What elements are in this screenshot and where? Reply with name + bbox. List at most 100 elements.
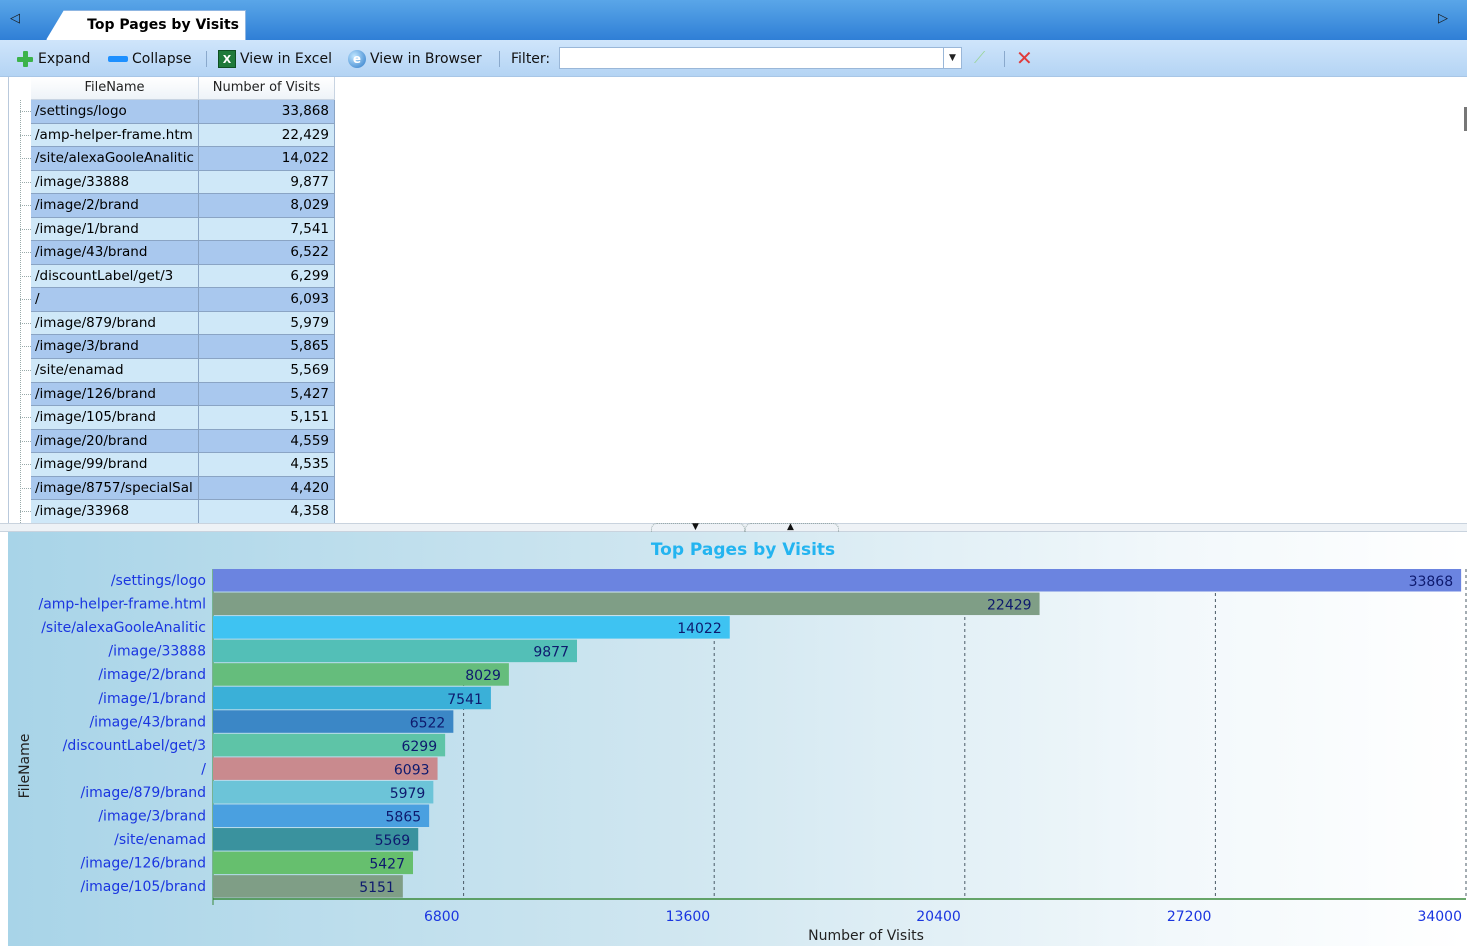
arrow-down-icon[interactable]: ▼ bbox=[692, 522, 699, 532]
table-row[interactable]: /amp-helper-frame.htm 22,429 bbox=[31, 123, 335, 148]
column-header-visits[interactable]: Number of Visits bbox=[199, 77, 335, 99]
cell-visits[interactable]: 33,868 bbox=[199, 100, 335, 123]
cell-filename[interactable]: /image/2/brand bbox=[31, 194, 199, 217]
cell-visits[interactable]: 6,093 bbox=[199, 288, 335, 311]
cell-visits[interactable]: 5,151 bbox=[199, 406, 335, 429]
view-in-browser-button[interactable]: e View in Browser bbox=[348, 49, 482, 69]
table-row[interactable]: /discountLabel/get/3 6,299 bbox=[31, 264, 335, 289]
table-row[interactable]: /image/20/brand 4,559 bbox=[31, 429, 335, 454]
table-row[interactable]: /image/33968 4,358 bbox=[31, 500, 335, 524]
minus-icon bbox=[108, 56, 128, 62]
table-row[interactable]: /image/2/brand 8,029 bbox=[31, 194, 335, 218]
table-row[interactable]: /image/43/brand 6,522 bbox=[31, 241, 335, 265]
filter-input[interactable] bbox=[559, 47, 944, 69]
cell-visits[interactable]: 5,427 bbox=[199, 382, 335, 406]
value-label: 7541 bbox=[447, 692, 483, 708]
cell-visits[interactable]: 8,029 bbox=[199, 194, 335, 217]
collapse-label: Collapse bbox=[132, 51, 192, 67]
cell-visits[interactable]: 4,559 bbox=[199, 429, 335, 453]
arrow-up-icon[interactable]: ▲ bbox=[787, 522, 794, 532]
value-label: 9877 bbox=[533, 645, 569, 661]
excel-label: View in Excel bbox=[240, 51, 332, 67]
table-row[interactable]: /image/3/brand 5,865 bbox=[31, 335, 335, 360]
chart-bar[interactable] bbox=[213, 639, 577, 663]
cell-filename[interactable]: /image/105/brand bbox=[31, 406, 199, 429]
cell-filename[interactable]: /settings/logo bbox=[31, 100, 199, 123]
cell-filename[interactable]: /image/8757/specialSal bbox=[31, 476, 199, 500]
cell-visits[interactable]: 5,979 bbox=[199, 311, 335, 335]
cell-filename[interactable]: /image/99/brand bbox=[31, 453, 199, 476]
cell-filename[interactable]: /site/enamad bbox=[31, 359, 199, 382]
tree-connector bbox=[20, 312, 31, 336]
chart-bar[interactable] bbox=[213, 616, 730, 639]
table-row[interactable]: /image/126/brand 5,427 bbox=[31, 382, 335, 407]
cell-visits[interactable]: 4,420 bbox=[199, 476, 335, 500]
scroll-left-icon[interactable]: ◁ bbox=[10, 12, 20, 26]
toolbar-separator bbox=[206, 51, 207, 67]
cell-visits[interactable]: 6,522 bbox=[199, 241, 335, 264]
category-label: /image/2/brand bbox=[98, 667, 206, 683]
cell-filename[interactable]: /image/20/brand bbox=[31, 429, 199, 453]
value-label: 22429 bbox=[987, 598, 1032, 614]
tree-connector bbox=[20, 453, 31, 477]
browser-label: View in Browser bbox=[370, 51, 482, 67]
cell-visits[interactable]: 7,541 bbox=[199, 217, 335, 241]
cell-visits[interactable]: 5,569 bbox=[199, 359, 335, 382]
table-row[interactable]: /6,093 bbox=[31, 288, 335, 312]
category-label: /amp-helper-frame.html bbox=[38, 597, 206, 613]
table-row[interactable]: /image/8757/specialSal 4,420 bbox=[31, 476, 335, 501]
grid-rows: /settings/logo 33,868/amp-helper-frame.ht… bbox=[31, 100, 335, 524]
cell-filename[interactable]: /discountLabel/get/3 bbox=[31, 264, 199, 288]
excel-icon: X bbox=[218, 50, 236, 68]
chart-bar[interactable] bbox=[213, 569, 1462, 592]
table-row[interactable]: /site/enamad 5,569 bbox=[31, 359, 335, 383]
category-label: /image/1/brand bbox=[98, 691, 206, 707]
collapse-button[interactable]: Collapse bbox=[108, 49, 192, 69]
filter-label-text: Filter: bbox=[511, 51, 551, 67]
view-in-excel-button[interactable]: X View in Excel bbox=[218, 49, 332, 69]
cell-visits[interactable]: 4,535 bbox=[199, 453, 335, 476]
column-header-filename[interactable]: FileName bbox=[31, 77, 199, 99]
table-row[interactable]: /image/99/brand 4,535 bbox=[31, 453, 335, 477]
cell-filename[interactable]: /site/alexaGooleAnalitic bbox=[31, 147, 199, 170]
cell-visits[interactable]: 6,299 bbox=[199, 264, 335, 288]
category-label: /site/enamad bbox=[114, 832, 206, 848]
value-label: 5151 bbox=[359, 880, 395, 896]
table-row[interactable]: /image/33888 9,877 bbox=[31, 170, 335, 195]
cell-filename[interactable]: /image/33968 bbox=[31, 500, 199, 523]
expand-button[interactable]: Expand bbox=[16, 49, 90, 69]
tree-connector bbox=[20, 147, 31, 171]
category-label: / bbox=[201, 761, 206, 777]
cell-visits[interactable]: 14,022 bbox=[199, 147, 335, 170]
cell-visits[interactable]: 9,877 bbox=[199, 170, 335, 194]
table-row[interactable]: /image/879/brand 5,979 bbox=[31, 311, 335, 336]
scroll-right-icon[interactable]: ▷ bbox=[1438, 12, 1448, 26]
clear-filter-icon[interactable]: ✕ bbox=[1016, 47, 1038, 69]
table-row[interactable]: /image/1/brand 7,541 bbox=[31, 217, 335, 242]
table-row[interactable]: /image/105/brand 5,151 bbox=[31, 406, 335, 430]
cell-filename[interactable]: /image/3/brand bbox=[31, 335, 199, 359]
cell-visits[interactable]: 4,358 bbox=[199, 500, 335, 523]
cell-filename[interactable]: /amp-helper-frame.htm bbox=[31, 123, 199, 147]
cell-filename[interactable]: /image/879/brand bbox=[31, 311, 199, 335]
tab-top-pages[interactable]: Top Pages by Visits bbox=[46, 10, 246, 40]
vertical-scrollbar[interactable] bbox=[1458, 80, 1467, 520]
cell-filename[interactable]: / bbox=[31, 288, 199, 311]
cell-filename[interactable]: /image/126/brand bbox=[31, 382, 199, 406]
value-label: 33868 bbox=[1409, 574, 1454, 590]
cell-filename[interactable]: /image/33888 bbox=[31, 170, 199, 194]
x-tick-label: 27200 bbox=[1167, 909, 1212, 925]
cell-filename[interactable]: /image/1/brand bbox=[31, 217, 199, 241]
value-label: 5569 bbox=[375, 833, 411, 849]
tree-connector bbox=[20, 406, 31, 430]
table-row[interactable]: /settings/logo 33,868 bbox=[31, 100, 335, 124]
x-axis-title: Number of Visits bbox=[808, 928, 924, 944]
filter-dropdown-icon[interactable]: ▼ bbox=[944, 47, 962, 69]
apply-filter-icon[interactable]: ⟋ bbox=[974, 48, 996, 68]
cell-filename[interactable]: /image/43/brand bbox=[31, 241, 199, 264]
chart-bar[interactable] bbox=[213, 592, 1040, 616]
cell-visits[interactable]: 5,865 bbox=[199, 335, 335, 359]
cell-visits[interactable]: 22,429 bbox=[199, 123, 335, 147]
value-label: 5865 bbox=[386, 810, 422, 826]
table-row[interactable]: /site/alexaGooleAnalitic 14,022 bbox=[31, 147, 335, 171]
